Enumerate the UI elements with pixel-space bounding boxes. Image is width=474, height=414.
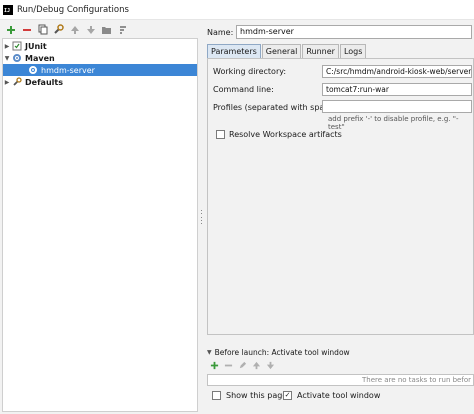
- profiles-hint: add prefix '-' to disable profile, e.g. …: [328, 115, 459, 131]
- show-page-label: Show this page: [226, 391, 288, 400]
- expand-arrow-icon[interactable]: ▶: [3, 78, 11, 86]
- activate-tool-window-label: Activate tool window: [297, 391, 381, 400]
- collapse-triangle-icon: ▼: [207, 349, 212, 356]
- before-launch-task-list[interactable]: There are no tasks to run befor: [207, 374, 474, 386]
- name-label: Name:: [207, 28, 234, 37]
- activate-tool-window-option[interactable]: ✓ Activate tool window: [283, 391, 380, 400]
- tab-logs[interactable]: Logs: [339, 44, 367, 58]
- title-bar: IJ Run/Debug Configurations: [0, 0, 474, 20]
- activate-tool-window-checkbox[interactable]: ✓: [283, 391, 292, 400]
- tree-item-defaults[interactable]: ▶ Defaults: [3, 76, 197, 88]
- edit-icon[interactable]: [238, 361, 247, 372]
- tab-runner[interactable]: Runner: [302, 44, 339, 58]
- maven-gear-icon: [12, 53, 22, 63]
- tree-item-label: hmdm-server: [41, 65, 95, 75]
- move-down-icon[interactable]: [84, 23, 97, 36]
- tab-general[interactable]: General: [261, 44, 302, 58]
- working-directory-label: Working directory:: [213, 67, 287, 76]
- name-input[interactable]: hmdm-server: [236, 25, 472, 39]
- expand-arrow-icon[interactable]: ▶: [3, 42, 11, 50]
- move-up-icon[interactable]: [68, 23, 81, 36]
- command-line-label: Command line:: [213, 85, 274, 94]
- before-launch-header[interactable]: ▼ Before launch: Activate tool window: [207, 348, 350, 357]
- junit-icon: [12, 41, 22, 51]
- tree-item-maven[interactable]: ▼ Maven: [3, 52, 197, 64]
- collapse-arrow-icon[interactable]: ▼: [3, 54, 11, 62]
- config-tabs: Parameters General Runner Logs: [207, 44, 367, 58]
- splitter-handle[interactable]: [199, 210, 203, 224]
- show-page-checkbox[interactable]: [212, 391, 221, 400]
- tab-parameters[interactable]: Parameters: [207, 44, 261, 58]
- add-icon[interactable]: [4, 23, 17, 36]
- intellij-app-icon: IJ: [3, 4, 13, 15]
- empty-tasks-text: There are no tasks to run befor: [362, 376, 471, 384]
- show-page-option[interactable]: Show this page: [212, 391, 287, 400]
- sort-icon[interactable]: [116, 23, 129, 36]
- parameters-panel: Working directory: C:/src/hmdm/android-k…: [207, 58, 474, 335]
- folder-icon[interactable]: [100, 23, 113, 36]
- copy-icon[interactable]: [36, 23, 49, 36]
- config-toolbar: [0, 21, 200, 38]
- command-line-input[interactable]: tomcat7:run-war: [322, 83, 472, 96]
- add-icon[interactable]: [210, 361, 219, 372]
- tree-item-label: Defaults: [25, 77, 63, 87]
- tree-item-label: JUnit: [25, 41, 47, 51]
- resolve-workspace-label: Resolve Workspace artifacts: [229, 130, 342, 139]
- configuration-tree: ▶ JUnit ▼ Maven hmdm-server ▶ Defaults: [2, 38, 198, 412]
- profiles-label: Profiles (separated with space):: [213, 103, 340, 112]
- working-directory-input[interactable]: C:/src/hmdm/android-kiosk-web/server: [322, 65, 472, 78]
- remove-icon[interactable]: [20, 23, 33, 36]
- tree-item-junit[interactable]: ▶ JUnit: [3, 40, 197, 52]
- maven-config-icon: [28, 65, 38, 75]
- wrench-icon[interactable]: [52, 23, 65, 36]
- before-launch-toolbar: [210, 361, 275, 372]
- before-launch-label: Before launch: Activate tool window: [214, 348, 350, 357]
- resolve-workspace-checkbox[interactable]: [216, 130, 225, 139]
- move-up-icon[interactable]: [252, 361, 261, 372]
- tree-item-hmdm-server[interactable]: hmdm-server: [3, 64, 197, 76]
- move-down-icon[interactable]: [266, 361, 275, 372]
- remove-icon[interactable]: [224, 361, 233, 372]
- profiles-input[interactable]: [322, 100, 472, 113]
- window-title: Run/Debug Configurations: [17, 4, 129, 15]
- tree-item-label: Maven: [25, 53, 55, 63]
- defaults-wrench-icon: [12, 77, 22, 87]
